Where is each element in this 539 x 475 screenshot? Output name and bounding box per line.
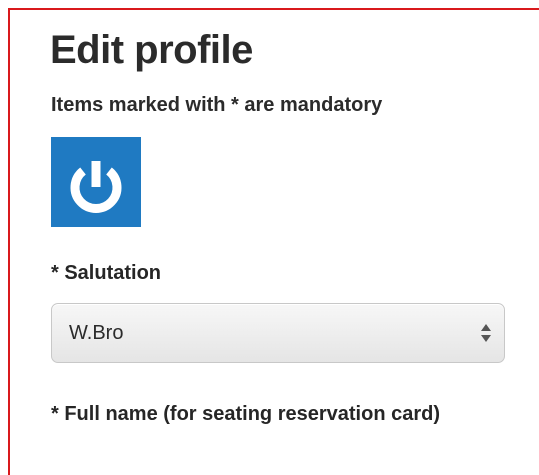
full-name-label: * Full name (for seating reservation car…	[51, 403, 440, 425]
avatar[interactable]	[51, 137, 141, 227]
salutation-label: * Salutation	[51, 262, 162, 284]
mandatory-note: Items marked with * are mandatory	[51, 94, 383, 116]
salutation-select[interactable]: W.Bro	[51, 303, 505, 363]
page-title: Edit profile	[50, 28, 253, 72]
salutation-selected-value: W.Bro	[69, 322, 124, 344]
power-icon	[70, 161, 122, 213]
select-arrows-icon	[481, 324, 491, 342]
